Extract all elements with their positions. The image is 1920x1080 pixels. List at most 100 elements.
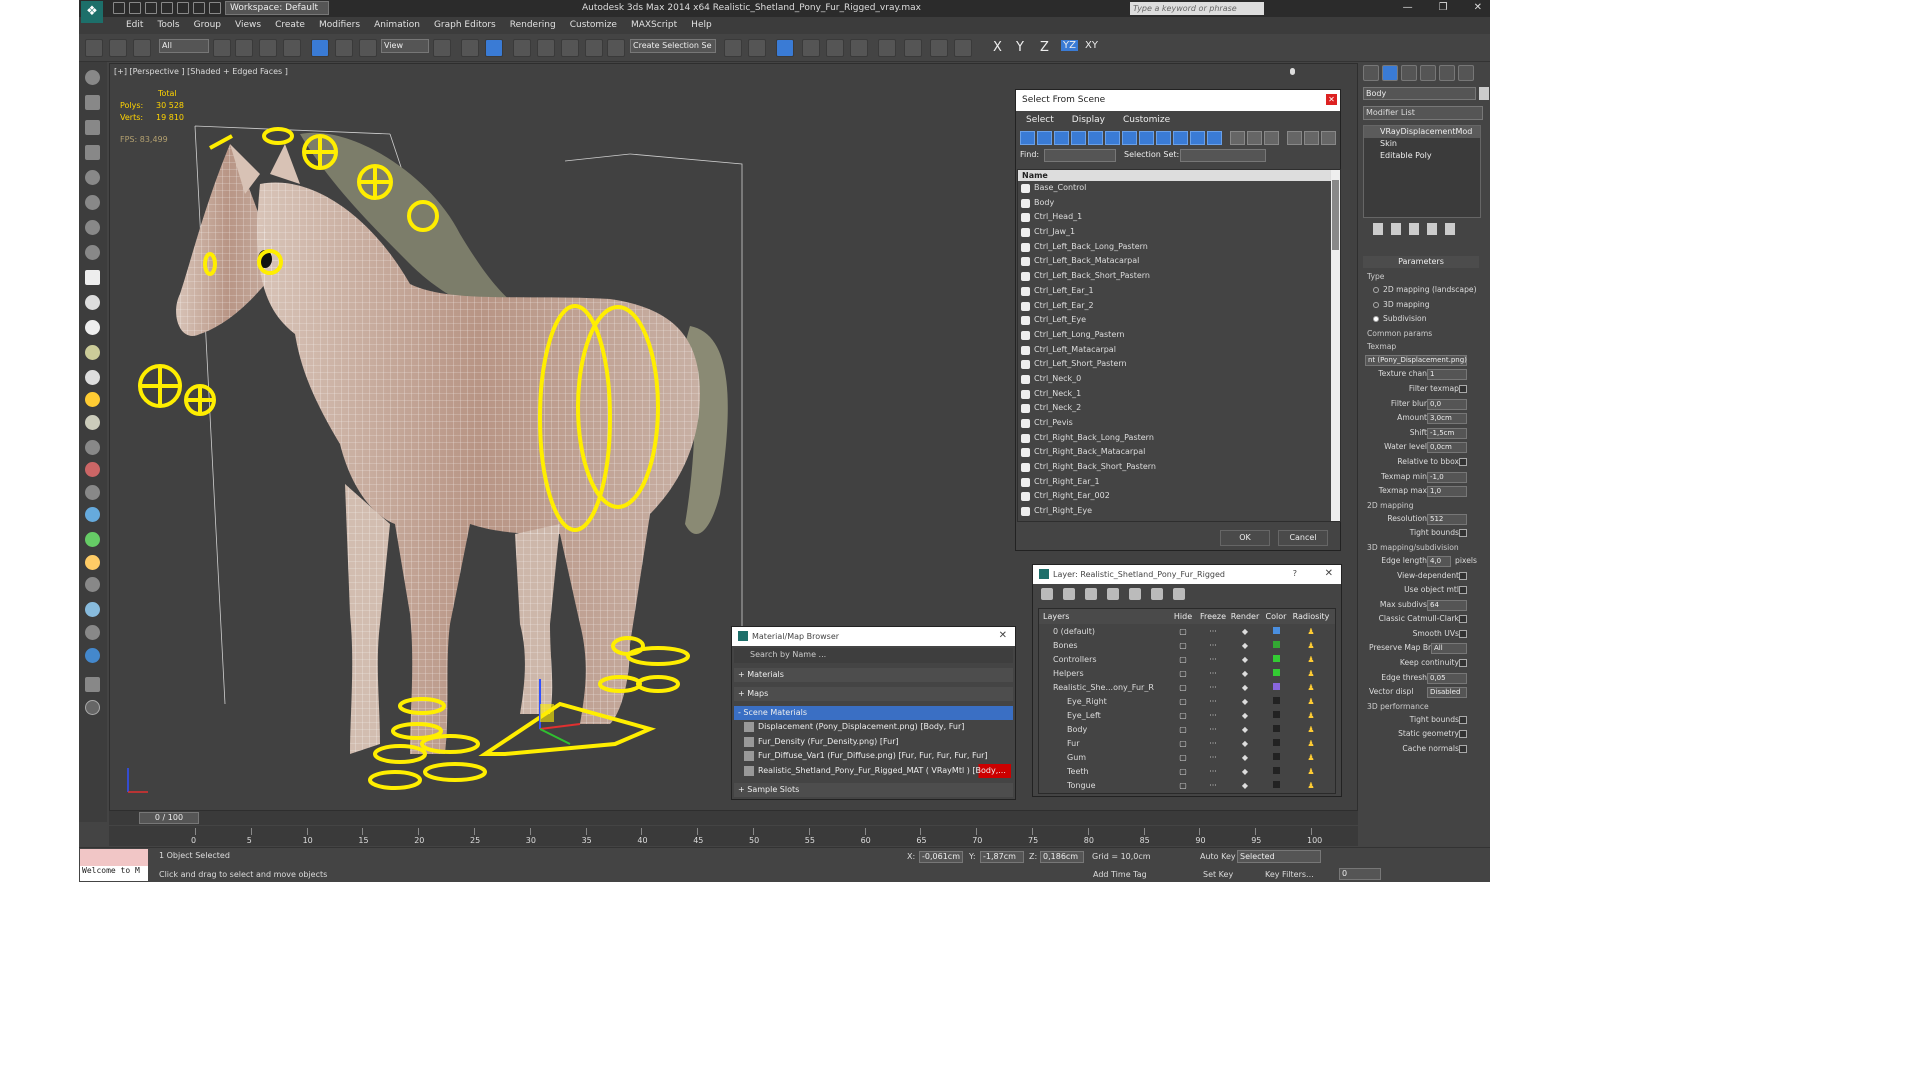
sun-icon[interactable]	[85, 392, 100, 407]
color-swatch[interactable]	[1272, 752, 1280, 760]
parameters-rollout-title[interactable]: Parameters	[1363, 256, 1479, 268]
texmap-min-spinner[interactable]: -1,0	[1427, 471, 1467, 483]
color-swatch[interactable]	[1272, 766, 1280, 774]
layer-color[interactable]	[1261, 696, 1291, 706]
list-item[interactable]: Ctrl_Right_Ear_002	[1018, 489, 1340, 504]
layer-row[interactable]: Eye_Left ▢ ··· ◆ ♟	[1039, 708, 1335, 722]
hierarchy-icon[interactable]	[1321, 131, 1336, 145]
select-all-icon[interactable]	[1230, 131, 1245, 145]
freeze-toggle[interactable]: ···	[1197, 669, 1229, 678]
list-item[interactable]: Ctrl_Left_Ear_2	[1018, 299, 1340, 314]
amount-spinner[interactable]: 3,0cm	[1427, 413, 1467, 425]
radiosity-icon[interactable]: ♟	[1291, 627, 1331, 636]
render-toggle[interactable]: ◆	[1229, 767, 1261, 776]
z-coord-field[interactable]: 0,186cm	[1040, 851, 1084, 863]
axis-y-button[interactable]: Y	[1016, 40, 1024, 55]
hide-toggle[interactable]: ▢	[1169, 641, 1197, 650]
cone-icon[interactable]	[85, 295, 100, 310]
color-swatch[interactable]	[1272, 738, 1280, 746]
maxscript-listener[interactable]: Welcome to M	[80, 849, 148, 881]
render-toggle[interactable]: ◆	[1229, 641, 1261, 650]
close-icon[interactable]: ✕	[1474, 2, 1482, 13]
auto-key-button[interactable]: Auto Key	[1200, 852, 1236, 861]
list-item[interactable]: Ctrl_Pevis	[1018, 416, 1340, 431]
highlight-layer-icon[interactable]	[1129, 588, 1141, 600]
named-selection-dropdown[interactable]: Create Selection Se	[630, 39, 716, 53]
close-icon[interactable]: ✕	[1325, 568, 1333, 579]
type-3d-option[interactable]: 3D mapping	[1363, 298, 1479, 313]
radiosity-icon[interactable]: ♟	[1291, 711, 1331, 720]
filter-icon[interactable]	[1287, 131, 1302, 145]
layer-row[interactable]: Gum ▢ ··· ◆ ♟	[1039, 750, 1335, 764]
set-key-button[interactable]: Set Key	[1203, 870, 1233, 879]
render-setup-icon[interactable]	[904, 39, 922, 57]
preserve-map-dropdown[interactable]: All	[1431, 643, 1467, 655]
color-swatch[interactable]	[1272, 640, 1280, 648]
filter-lights-icon[interactable]	[1054, 131, 1069, 145]
classic-catmull-checkbox[interactable]	[1459, 615, 1467, 624]
cancel-button[interactable]: Cancel	[1278, 530, 1328, 546]
radiosity-icon[interactable]: ♟	[1291, 697, 1331, 706]
hierarchy-tab-icon[interactable]	[1401, 65, 1417, 81]
water-level-spinner[interactable]: 0,0cm	[1427, 442, 1467, 454]
layer-manager-icon[interactable]	[776, 39, 794, 57]
render-toggle[interactable]: ◆	[1229, 739, 1261, 748]
filter-geometry-icon[interactable]	[1020, 131, 1035, 145]
radiosity-icon[interactable]: ♟	[1291, 641, 1331, 650]
freeze-toggle[interactable]: ···	[1197, 641, 1229, 650]
color-swatch[interactable]	[1272, 696, 1280, 704]
radiosity-icon[interactable]: ♟	[1291, 725, 1331, 734]
layer-color[interactable]	[1261, 640, 1291, 650]
pivot-center-icon[interactable]	[433, 39, 451, 57]
track-bar[interactable]: 0 5 10 15 20 25 30 35 40 45 50 55 60 65 70 75 80 85 90 95 10…	[109, 826, 1358, 846]
material-item[interactable]: Fur_Density (Fur_Density.png) [Fur]	[742, 735, 1011, 750]
relative-bbox-checkbox[interactable]	[1459, 457, 1467, 466]
menu-graph-editors[interactable]: Graph Editors	[427, 17, 503, 34]
filter-frozen-icon[interactable]	[1190, 131, 1205, 145]
color-swatch[interactable]	[1272, 682, 1280, 690]
maps-section[interactable]: + Maps	[734, 687, 1013, 701]
time-slider[interactable]: 0 / 100	[139, 812, 199, 824]
layer-color[interactable]	[1261, 766, 1291, 776]
edit-named-sel-icon[interactable]	[607, 39, 625, 57]
render-toggle[interactable]: ◆	[1229, 725, 1261, 734]
snap-toggle-icon[interactable]	[513, 39, 531, 57]
undo-icon[interactable]	[161, 2, 173, 14]
layer-color[interactable]	[1261, 710, 1291, 720]
create-layer-icon[interactable]	[1041, 588, 1053, 600]
static-geometry-checkbox[interactable]	[1459, 730, 1467, 739]
selection-filter-dropdown[interactable]: All	[159, 39, 209, 53]
select-by-name-icon[interactable]	[235, 39, 253, 57]
scene-materials-section[interactable]: - Scene Materials	[734, 706, 1013, 720]
view-dependent-checkbox[interactable]	[1459, 571, 1467, 580]
modifier-stack-item[interactable]: Editable Poly	[1364, 150, 1480, 162]
filter-bones-icon[interactable]	[1156, 131, 1171, 145]
freeze-toggle[interactable]: ···	[1197, 697, 1229, 706]
color-swatch[interactable]	[1272, 654, 1280, 662]
radiosity-icon[interactable]: ♟	[1291, 767, 1331, 776]
type-subdivision-option[interactable]: Subdivision	[1363, 312, 1479, 327]
select-object-icon[interactable]	[213, 39, 231, 57]
list-item[interactable]: Ctrl_Left_Long_Pastern	[1018, 328, 1340, 343]
hide-toggle[interactable]: ▢	[1169, 739, 1197, 748]
edge-thresh-spinner[interactable]: 0,05	[1427, 672, 1467, 684]
material-item[interactable]: Displacement (Pony_Displacement.png) [Bo…	[742, 720, 1011, 735]
time-slider-bar[interactable]: 0 / 100	[109, 811, 1358, 825]
radio-button[interactable]	[1373, 316, 1379, 323]
filter-containers-icon[interactable]	[1173, 131, 1188, 145]
layer-color[interactable]	[1261, 654, 1291, 664]
find-input[interactable]	[1044, 149, 1116, 162]
layer-row[interactable]: Bones ▢ ··· ◆ ♟	[1039, 638, 1335, 652]
list-item[interactable]: Ctrl_Right_Eye	[1018, 504, 1340, 519]
col-color[interactable]: Color	[1261, 609, 1291, 624]
layer-row[interactable]: Eye_Right ▢ ··· ◆ ♟	[1039, 694, 1335, 708]
menu-views[interactable]: Views	[228, 17, 268, 34]
hide-toggle[interactable]: ▢	[1169, 711, 1197, 720]
menu-help[interactable]: Help	[684, 17, 719, 34]
filter-hidden-icon[interactable]	[1207, 131, 1222, 145]
keep-continuity-checkbox[interactable]	[1459, 659, 1467, 668]
modifier-stack-item[interactable]: Skin	[1364, 138, 1480, 150]
freeze-toggle[interactable]: ···	[1197, 711, 1229, 720]
layer-row[interactable]: Tongue ▢ ··· ◆ ♟	[1039, 778, 1335, 792]
link-icon[interactable]	[85, 39, 103, 57]
